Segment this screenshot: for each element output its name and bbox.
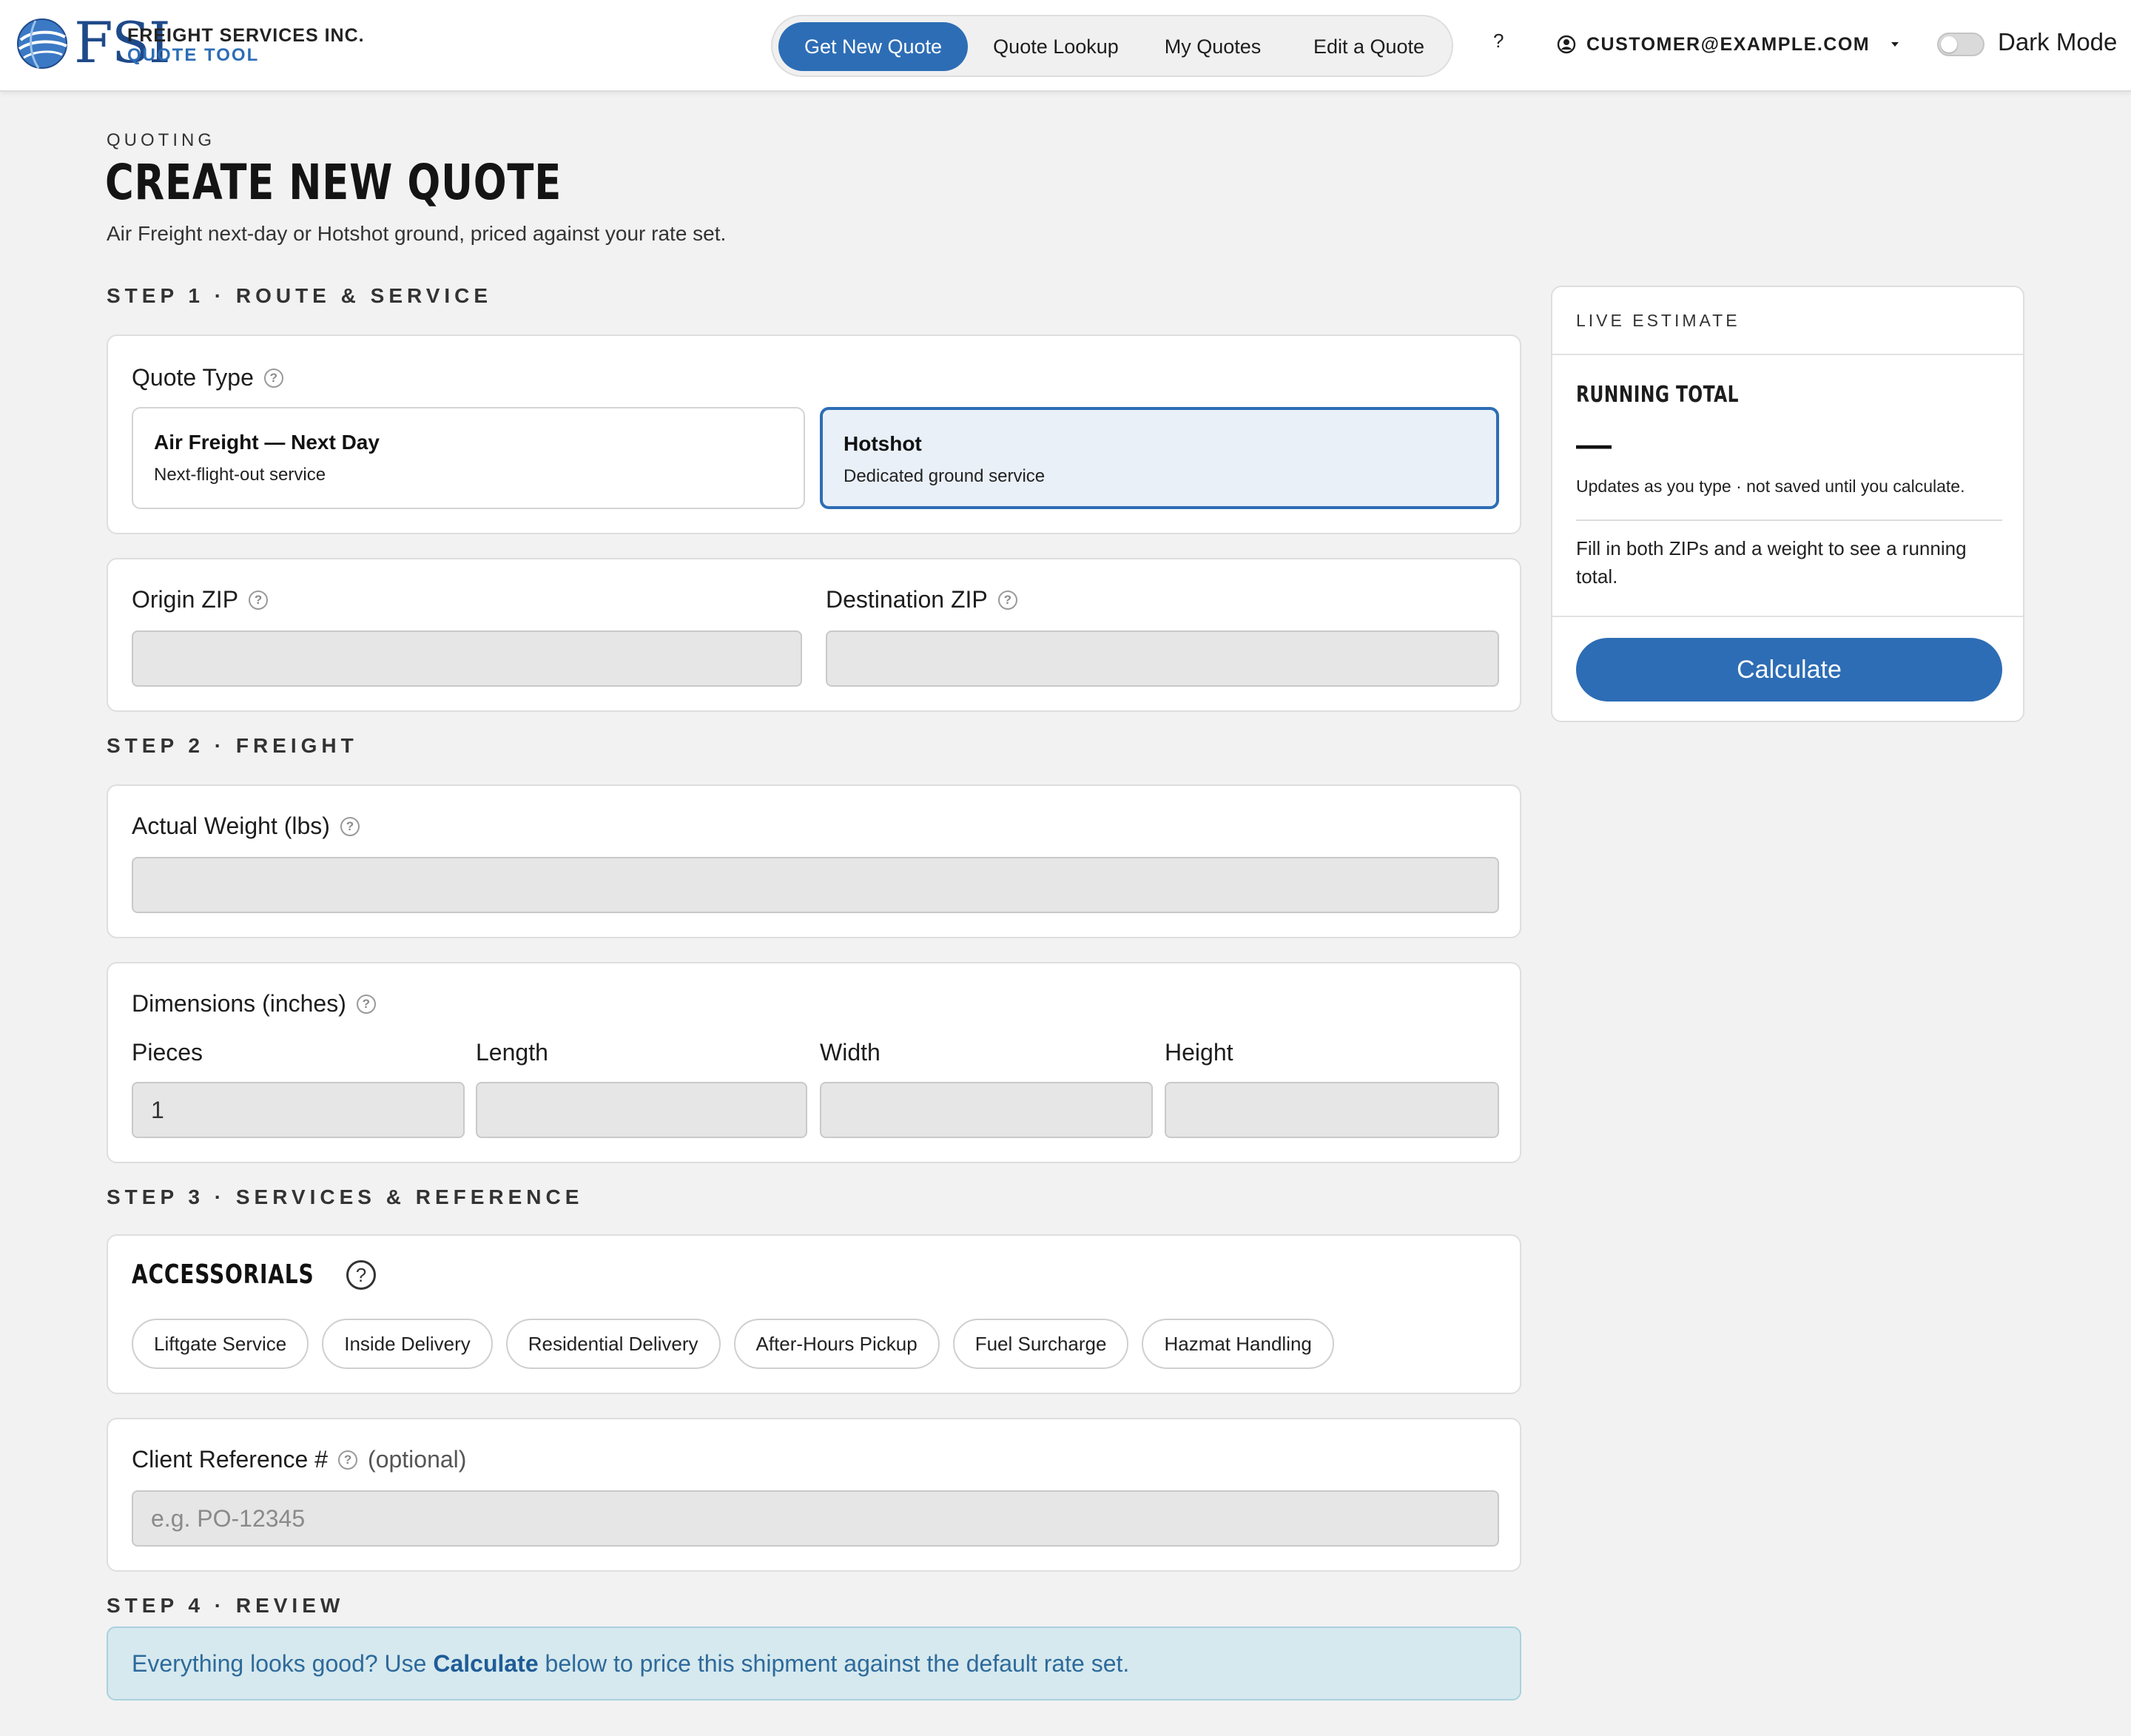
length-label: Length (476, 1039, 548, 1066)
accessorials-title-text: ACCESSORIALS (132, 1259, 314, 1290)
running-total-value: — (1576, 425, 1612, 465)
weight-label: Actual Weight (lbs) ? (132, 813, 360, 840)
help-circle-icon[interactable]: ? (356, 994, 376, 1014)
dimensions-label: Dimensions (inches) ? (132, 990, 376, 1017)
account-email: CUSTOMER@EXAMPLE.COM (1586, 33, 1871, 55)
nav-my-quotes[interactable]: My Quotes (1142, 22, 1283, 71)
live-estimate-panel: LIVE ESTIMATE RUNNING TOTAL — Updates as… (1551, 286, 2024, 722)
client-reference-label-text: Client Reference # (132, 1446, 329, 1473)
caret-down-icon (1891, 42, 1899, 47)
dimensions-card: Dimensions (inches) ? Pieces Length Widt… (107, 962, 1521, 1163)
chip-residential-delivery[interactable]: Residential Delivery (505, 1319, 721, 1369)
help-circle-icon[interactable]: ? (263, 368, 283, 388)
help-link[interactable]: ? (1493, 30, 1504, 53)
top-header: FSI FREIGHT SERVICES INC. QUOTE TOOL Get… (0, 0, 2131, 92)
divider (1552, 616, 2023, 617)
banner-prefix: Everything looks good? Use (132, 1650, 434, 1677)
calculate-button[interactable]: Calculate (1576, 638, 2002, 702)
chip-hazmat-handling[interactable]: Hazmat Handling (1142, 1319, 1334, 1369)
weight-card: Actual Weight (lbs) ? (107, 784, 1521, 938)
user-circle-icon (1557, 35, 1576, 54)
origin-zip-label-text: Origin ZIP (132, 586, 239, 613)
accessorial-chips: Liftgate Service Inside Delivery Residen… (132, 1319, 1334, 1369)
banner-bold: Calculate (433, 1650, 539, 1677)
quote-type-air-freight[interactable]: Air Freight — Next Day Next-flight-out s… (132, 407, 805, 509)
page-title: CREATE NEW QUOTE (105, 154, 562, 211)
zip-card: Origin ZIP ? Destination ZIP ? (107, 558, 1521, 712)
height-input[interactable] (1165, 1082, 1499, 1138)
chip-after-hours-pickup[interactable]: After-Hours Pickup (733, 1319, 940, 1369)
quote-type-label-text: Quote Type (132, 364, 254, 391)
globe-logo-icon (17, 18, 67, 69)
divider (1576, 519, 2002, 521)
client-reference-input[interactable] (132, 1490, 1499, 1547)
destination-zip-label: Destination ZIP ? (826, 586, 1017, 613)
step1-heading: STEP 1 · ROUTE & SERVICE (107, 284, 493, 307)
main-nav: Get New Quote Quote Lookup My Quotes Edi… (771, 15, 1453, 77)
dark-mode-label: Dark Mode (1998, 28, 2118, 55)
pieces-input[interactable] (132, 1082, 465, 1138)
quote-type-label: Quote Type ? (132, 364, 283, 391)
width-input[interactable] (820, 1082, 1153, 1138)
client-reference-card: Client Reference # ? (optional) (107, 1418, 1521, 1572)
chip-fuel-surcharge[interactable]: Fuel Surcharge (952, 1319, 1129, 1369)
origin-zip-label: Origin ZIP ? (132, 586, 269, 613)
client-reference-label: Client Reference # ? (optional) (132, 1446, 466, 1473)
nav-edit-a-quote[interactable]: Edit a Quote (1295, 22, 1443, 71)
destination-zip-label-text: Destination ZIP (826, 586, 988, 613)
option-desc: Dedicated ground service (844, 466, 1046, 486)
review-banner: Everything looks good? Use Calculate bel… (107, 1626, 1521, 1700)
quote-type-hotshot[interactable]: Hotshot Dedicated ground service (820, 407, 1499, 509)
option-title: Hotshot (844, 432, 922, 455)
toggle-knob (1941, 36, 1957, 53)
width-label: Width (820, 1039, 881, 1066)
dimensions-label-text: Dimensions (inches) (132, 990, 346, 1017)
origin-zip-input[interactable] (132, 630, 802, 687)
optional-tag: (optional) (368, 1446, 467, 1473)
nav-get-new-quote[interactable]: Get New Quote (778, 22, 968, 71)
live-estimate-heading: LIVE ESTIMATE (1552, 287, 2023, 355)
pieces-label: Pieces (132, 1039, 203, 1066)
help-circle-icon[interactable]: ? (338, 1450, 358, 1470)
accessorials-card: ACCESSORIALS ? Liftgate Service Inside D… (107, 1234, 1521, 1394)
step3-heading: STEP 3 · SERVICES & REFERENCE (107, 1185, 584, 1208)
estimate-hint: Fill in both ZIPs and a weight to see a … (1576, 537, 1967, 588)
dark-mode-toggle[interactable] (1937, 33, 1984, 56)
chip-liftgate-service[interactable]: Liftgate Service (132, 1319, 309, 1369)
help-circle-icon[interactable]: ? (997, 590, 1017, 610)
page-eyebrow: QUOTING (107, 130, 215, 150)
banner-suffix: below to price this shipment against the… (538, 1650, 1130, 1677)
account-menu[interactable]: CUSTOMER@EXAMPLE.COM (1557, 30, 1902, 59)
quote-type-card: Quote Type ? Air Freight — Next Day Next… (107, 334, 1521, 534)
company-name: FREIGHT SERVICES INC. (127, 25, 365, 46)
option-title: Air Freight — Next Day (154, 431, 380, 454)
estimate-note: Updates as you type · not saved until yo… (1576, 477, 1965, 496)
step2-heading: STEP 2 · FREIGHT (107, 734, 358, 757)
option-desc: Next-flight-out service (154, 465, 326, 485)
nav-quote-lookup[interactable]: Quote Lookup (978, 22, 1134, 71)
step4-heading: STEP 4 · REVIEW (107, 1594, 345, 1617)
weight-input[interactable] (132, 857, 1499, 913)
help-circle-icon[interactable]: ? (346, 1259, 376, 1290)
help-circle-icon[interactable]: ? (249, 590, 269, 610)
help-circle-icon[interactable]: ? (340, 816, 360, 836)
chip-inside-delivery[interactable]: Inside Delivery (322, 1319, 493, 1369)
length-input[interactable] (476, 1082, 807, 1138)
destination-zip-input[interactable] (826, 630, 1499, 687)
app-name: QUOTE TOOL (127, 45, 260, 65)
page-subtitle: Air Freight next-day or Hotshot ground, … (107, 222, 727, 245)
height-label: Height (1165, 1039, 1233, 1066)
running-total-label: RUNNING TOTAL (1576, 382, 1739, 408)
weight-label-text: Actual Weight (lbs) (132, 813, 330, 839)
accessorials-title: ACCESSORIALS ? (132, 1259, 376, 1290)
